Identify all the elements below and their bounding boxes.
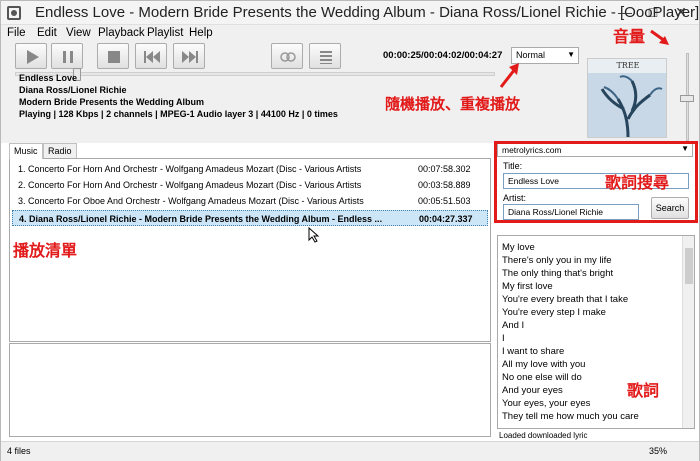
lyrics-view: My love There's only you in my life The … — [497, 235, 695, 429]
menu-view[interactable]: View — [66, 27, 91, 39]
lyrics-scrollbar[interactable] — [682, 236, 694, 428]
stop-button[interactable] — [97, 43, 129, 69]
tab-music[interactable]: Music — [9, 143, 43, 159]
info-pane — [9, 343, 491, 437]
row-duration: 00:07:58.302 — [418, 164, 471, 174]
lyric-line: Your eyes, your eyes — [502, 398, 591, 409]
file-count: 4 files — [7, 446, 31, 456]
row-duration: 00:03:58.889 — [418, 180, 471, 190]
list-icon — [320, 51, 332, 64]
row-duration: 00:04:27.337 — [419, 214, 473, 224]
track-status: Playing | 128 Kbps | 2 channels | MPEG-1… — [19, 109, 338, 119]
cursor-icon — [308, 227, 320, 243]
row-title: 2. Concerto For Horn And Orchestr - Wolf… — [18, 180, 362, 190]
next-button[interactable] — [173, 43, 205, 69]
lyric-line: My first love — [502, 281, 553, 292]
menu-edit[interactable]: Edit — [37, 27, 57, 39]
scrollbar-thumb[interactable] — [685, 248, 693, 284]
lyric-line: The only thing that's bright — [502, 268, 614, 279]
pause-button[interactable] — [51, 43, 83, 69]
lyric-line: No one else will do — [502, 372, 582, 383]
playlist-row-selected[interactable]: 4. Diana Ross/Lionel Richie - Modern Bri… — [12, 210, 488, 226]
lyric-line: And your eyes — [502, 385, 563, 396]
lyric-line: My love — [502, 242, 535, 253]
annotation-mode: 隨機播放、重複播放 — [385, 96, 521, 113]
row-title: 3. Concerto For Oboe And Orchestr - Wolf… — [18, 196, 364, 206]
seek-bar[interactable] — [15, 72, 495, 76]
volume-handle[interactable] — [680, 95, 694, 102]
time-display: 00:00:25/00:04:02/00:04:27 — [383, 50, 503, 61]
close-icon[interactable]: ✕ — [667, 1, 695, 23]
cover-text: TREE — [616, 61, 639, 70]
track-title: Endless Love — [19, 73, 78, 83]
volume-slider[interactable] — [679, 53, 695, 143]
menu-playback[interactable]: Playback — [98, 27, 145, 39]
playlist-row[interactable]: 1. Concerto For Horn And Orchestr - Wolf… — [12, 161, 488, 177]
arrow-icon — [499, 63, 519, 88]
lyric-line: And I — [502, 320, 525, 331]
app-window: Endless Love - Modern Bride Presents the… — [0, 0, 700, 461]
menu-bar: File Edit View Playback Playlist Help — [1, 25, 699, 43]
row-title: 1. Concerto For Horn And Orchestr - Wolf… — [18, 164, 362, 174]
lyric-line: I — [502, 333, 505, 344]
play-button[interactable] — [15, 43, 47, 69]
playlist: 1. Concerto For Horn And Orchestr - Wolf… — [9, 158, 491, 342]
annotation-lyrics: 歌詞 — [627, 383, 660, 400]
status-bar: 4 files 35% — [1, 441, 699, 461]
window-title: Endless Love - Modern Bride Presents the… — [35, 4, 700, 21]
playlist-button[interactable] — [309, 43, 341, 69]
album-cover: TREE — [587, 58, 667, 138]
lyric-line: There's only you in my life — [502, 255, 612, 266]
row-duration: 00:05:51.503 — [418, 196, 471, 206]
stop-icon — [108, 51, 120, 63]
chevron-down-icon: ▼ — [567, 50, 575, 59]
previous-icon — [144, 51, 160, 63]
lyrics-status: Loaded downloaded lyric — [499, 431, 588, 440]
lyric-line: You're every breath that I take — [502, 294, 629, 305]
annotation-lyric-search: 歌詞搜尋 — [605, 175, 670, 192]
play-icon — [27, 50, 39, 64]
tab-radio[interactable]: Radio — [43, 143, 77, 159]
menu-file[interactable]: File — [7, 27, 26, 39]
lyric-line: They tell me how much you care — [502, 411, 639, 422]
title-bar: Endless Love - Modern Bride Presents the… — [1, 1, 699, 25]
lyric-line: You're every step I make — [502, 307, 606, 318]
mode-value: Normal — [516, 50, 546, 60]
pause-icon — [63, 51, 73, 63]
shuffle-button[interactable] — [271, 43, 303, 69]
arrow-icon — [650, 29, 669, 45]
player-header: 00:00:25/00:04:02/00:04:27 Normal ▼ Endl… — [1, 43, 699, 143]
minimize-icon[interactable]: — — [611, 1, 639, 23]
menu-help[interactable]: Help — [189, 27, 213, 39]
annotation-playlist: 播放清單 — [13, 243, 78, 260]
track-artist: Diana Ross/Lionel Richie — [19, 85, 127, 95]
shuffle-icon — [280, 52, 296, 62]
menu-playlist[interactable]: Playlist — [147, 27, 183, 39]
playlist-panel: Music Radio 1. Concerto For Horn And Orc… — [9, 143, 491, 439]
volume-percent: 35% — [649, 446, 668, 456]
track-album: Modern Bride Presents the Wedding Album — [19, 97, 205, 107]
playlist-row[interactable]: 3. Concerto For Oboe And Orchestr - Wolf… — [12, 193, 488, 209]
app-icon — [7, 6, 21, 20]
lyric-line: All my love with you — [502, 359, 586, 370]
next-icon — [182, 51, 198, 63]
previous-button[interactable] — [135, 43, 167, 69]
maximize-icon[interactable]: □ — [639, 1, 667, 23]
annotation-volume: 音量 — [613, 29, 646, 46]
playlist-row[interactable]: 2. Concerto For Horn And Orchestr - Wolf… — [12, 177, 488, 193]
row-title: 4. Diana Ross/Lionel Richie - Modern Bri… — [19, 214, 383, 224]
lyric-line: I want to share — [502, 346, 565, 357]
